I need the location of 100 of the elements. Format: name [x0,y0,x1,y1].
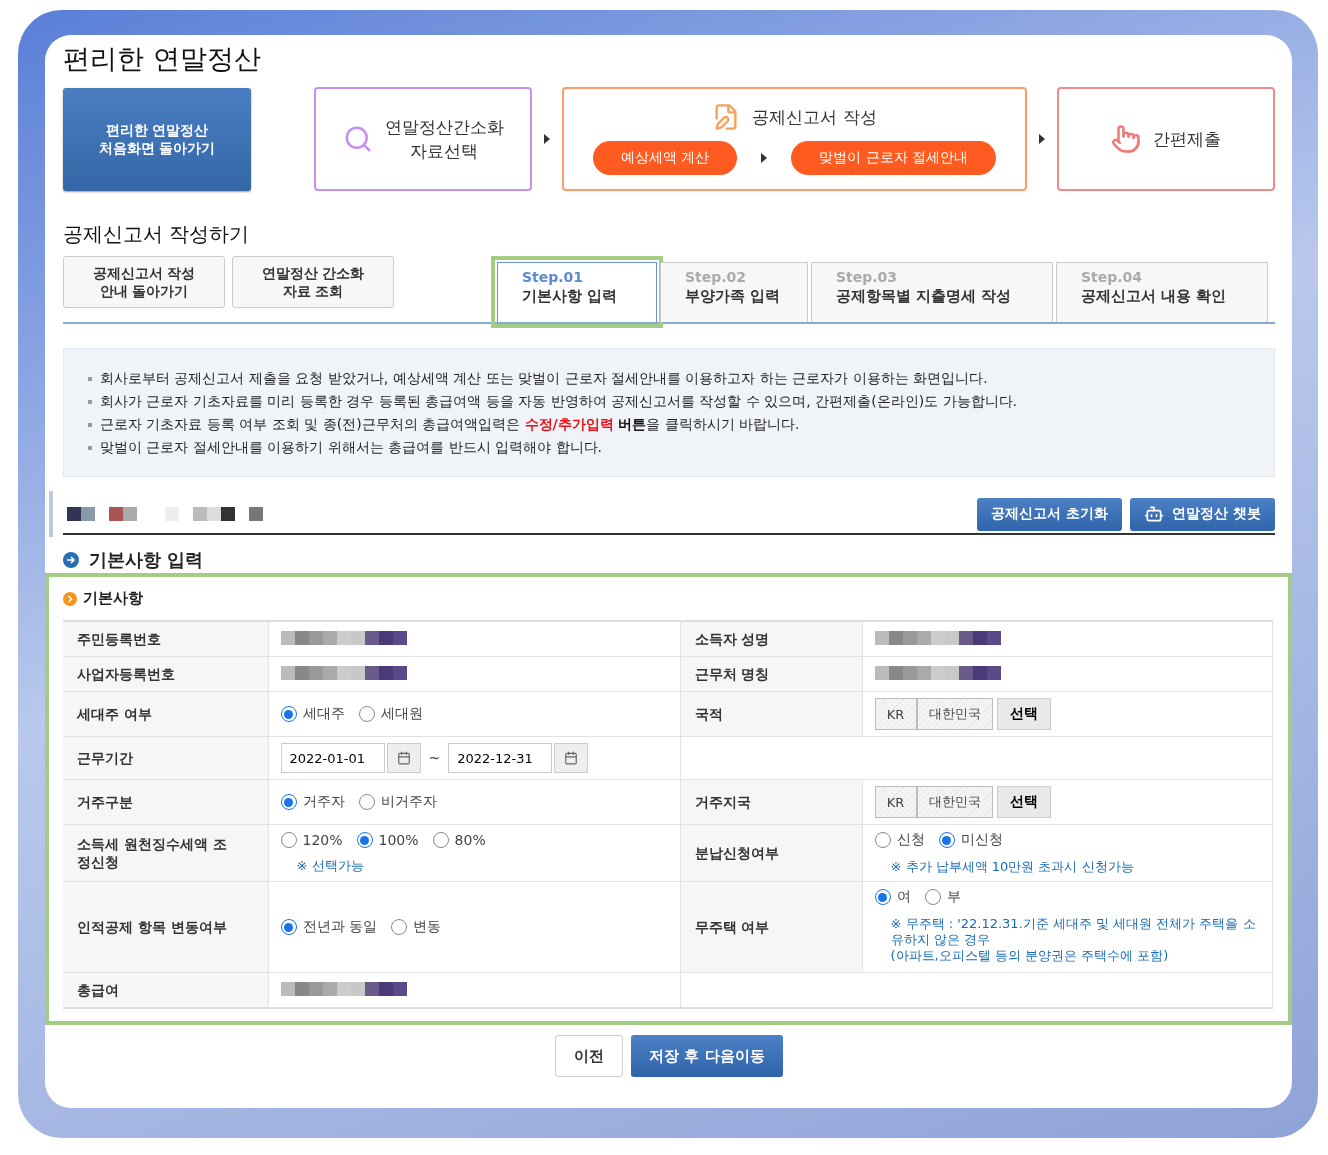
range-separator: ~ [428,750,441,766]
process-stage-card[interactable]: 간편제출 [1057,87,1275,191]
radio-label: 세대원 [380,705,423,723]
bullet-icon [88,377,92,381]
radio-option[interactable]: 세대주 [280,705,345,723]
hint-text: ※ 선택가능 [296,858,365,874]
radio-button[interactable] [874,832,891,848]
hint-text: (아파트,오피스텔 등의 분양권은 주택수에 포함) [890,948,1170,964]
process-stage-card[interactable]: 연말정산간소화 자료선택 [314,87,532,191]
calendar-button[interactable] [554,743,589,773]
country-code-field: KR [874,786,917,818]
radio-button[interactable] [938,832,955,848]
radio-option[interactable]: 신청 [874,831,925,849]
radio-option[interactable]: 80% [432,832,486,848]
field-label: 사업자등록번호 [63,656,268,692]
radio-button[interactable] [280,832,297,848]
nav-button[interactable]: 공제신고서 작성 안내 돌아가기 [63,256,225,308]
stage-title: 연말정산간소화 자료선택 [384,116,504,163]
radio-button[interactable] [280,706,297,722]
radio-option[interactable]: 비거주자 [358,793,437,811]
field-label: 총급여 [63,972,268,1008]
radio-label: 부 [946,888,961,906]
country-name-field: 대한민국 [916,786,993,818]
hint-text: ※ 무주택 : '22.12.31.기준 세대주 및 세대원 전체가 주택을 소유하지 않은 경우 [890,916,1257,948]
form-title: 기본사항 [83,589,143,608]
field-label: 무주택 여부 [680,881,862,973]
radio-option[interactable]: 120% [280,832,343,848]
radio-label: 거주자 [302,793,345,811]
radio-option[interactable]: 미신청 [938,831,1003,849]
radio-button[interactable] [356,832,373,848]
radio-label: 전년과 동일 [302,918,377,936]
field-label: 주민등록번호 [63,621,268,657]
radio-option[interactable]: 세대원 [358,705,423,723]
field-label: 소득세 원천징수세액 조정신청 [63,824,268,882]
radio-label: 신청 [896,831,925,849]
radio-button[interactable] [924,889,941,905]
notice-text: 회사가 근로자 기초자료를 미리 등록한 경우 등록된 총급여액 등을 자동 반영하여 공제신고서를 작성할 수 있으며, 간편제출(온라인)도 가능합니다. [100,392,1018,410]
arrow-circle-icon [63,552,79,568]
home-button[interactable]: 편리한 연말정산 처음화면 돌아가기 [63,87,251,191]
save-next-button[interactable]: 저장 후 다음이동 [631,1035,783,1077]
radio-label: 여 [896,888,911,906]
notice-text: 근로자 기초자료 등록 여부 조회 및 종(전)근무처의 총급여액입력은 수정/추가입력 버튼을 클릭하시기 바랍니다. [100,415,800,433]
notice-text: 회사로부터 공제신고서 제출을 요청 받았거나, 예상세액 계산 또는 맞벌이 근로자 절세안내를 이용하고자 하는 근로자가 이용하는 화면입니다. [100,369,988,387]
hint-text: ※ 추가 납부세액 10만원 초과시 신청가능 [890,859,1135,875]
country-code-field: KR [874,698,917,730]
page-title: 편리한 연말정산 [63,42,262,76]
calendar-button[interactable] [386,743,421,773]
radio-button[interactable] [432,832,449,848]
calendar-icon [564,751,579,765]
nav-button[interactable]: 연말정산 간소화 자료 조회 [232,256,394,308]
radio-label: 100% [378,832,419,848]
chevron-circle-icon [63,591,77,606]
field-label: 인적공제 항목 변동여부 [63,881,268,973]
country-name-field: 대한민국 [916,698,993,730]
previous-button[interactable]: 이전 [555,1035,624,1077]
select-button[interactable]: 선택 [996,786,1051,818]
calendar-icon [396,751,411,765]
radio-button[interactable] [358,706,375,722]
field-label: 거주구분 [63,779,268,825]
radio-option[interactable]: 여 [874,888,911,906]
radio-label: 120% [302,832,343,848]
bullet-icon [88,423,92,427]
start-date-field[interactable]: 2022-01-01 [280,743,385,773]
section-title: 공제신고서 작성하기 [63,221,251,248]
step-tab[interactable]: Step.03 공제항목별 지출명세 작성 [811,262,1053,322]
step-tab[interactable]: Step.04 공제신고서 내용 확인 [1056,262,1268,322]
hand-pointer-icon [1111,124,1141,154]
field-label: 근무기간 [63,736,268,780]
radio-option[interactable]: 전년과 동일 [280,918,377,936]
radio-option[interactable]: 거주자 [280,793,345,811]
step-tab[interactable]: Step.02 부양가족 입력 [660,262,808,322]
radio-label: 80% [454,832,486,848]
notice-text: 맞벌이 근로자 절세안내를 이용하기 위해서는 총급여를 반드시 입력해야 합니다. [100,438,603,456]
field-label: 소득자 성명 [680,621,862,657]
stage-title: 간편제출 [1153,128,1221,151]
end-date-field[interactable]: 2022-12-31 [448,743,553,773]
accent-bar [49,491,53,537]
radio-label: 변동 [412,918,441,936]
radio-option[interactable]: 100% [356,832,419,848]
arrow-icon [544,134,550,144]
arrow-icon [1039,134,1045,144]
radio-button[interactable] [280,919,297,935]
radio-button[interactable] [390,919,407,935]
arrow-icon [761,153,768,163]
radio-label: 비거주자 [380,793,437,811]
radio-button[interactable] [874,889,891,905]
radio-option[interactable]: 부 [924,888,961,906]
radio-button[interactable] [358,794,375,810]
radio-button[interactable] [280,794,297,810]
chatbot-button[interactable]: 연말정산 챗봇 [1130,497,1275,531]
reset-button[interactable]: 공제신고서 초기화 [977,497,1123,531]
radio-label: 미신청 [960,831,1003,849]
radio-option[interactable]: 변동 [390,918,441,936]
field-label: 분납신청여부 [680,824,862,882]
field-label: 세대주 여부 [63,691,268,737]
select-button[interactable]: 선택 [996,698,1051,730]
subsection-title: 기본사항 입력 [89,549,204,571]
field-label: 국적 [680,691,862,737]
bullet-icon [88,446,92,450]
radio-label: 세대주 [302,705,345,723]
